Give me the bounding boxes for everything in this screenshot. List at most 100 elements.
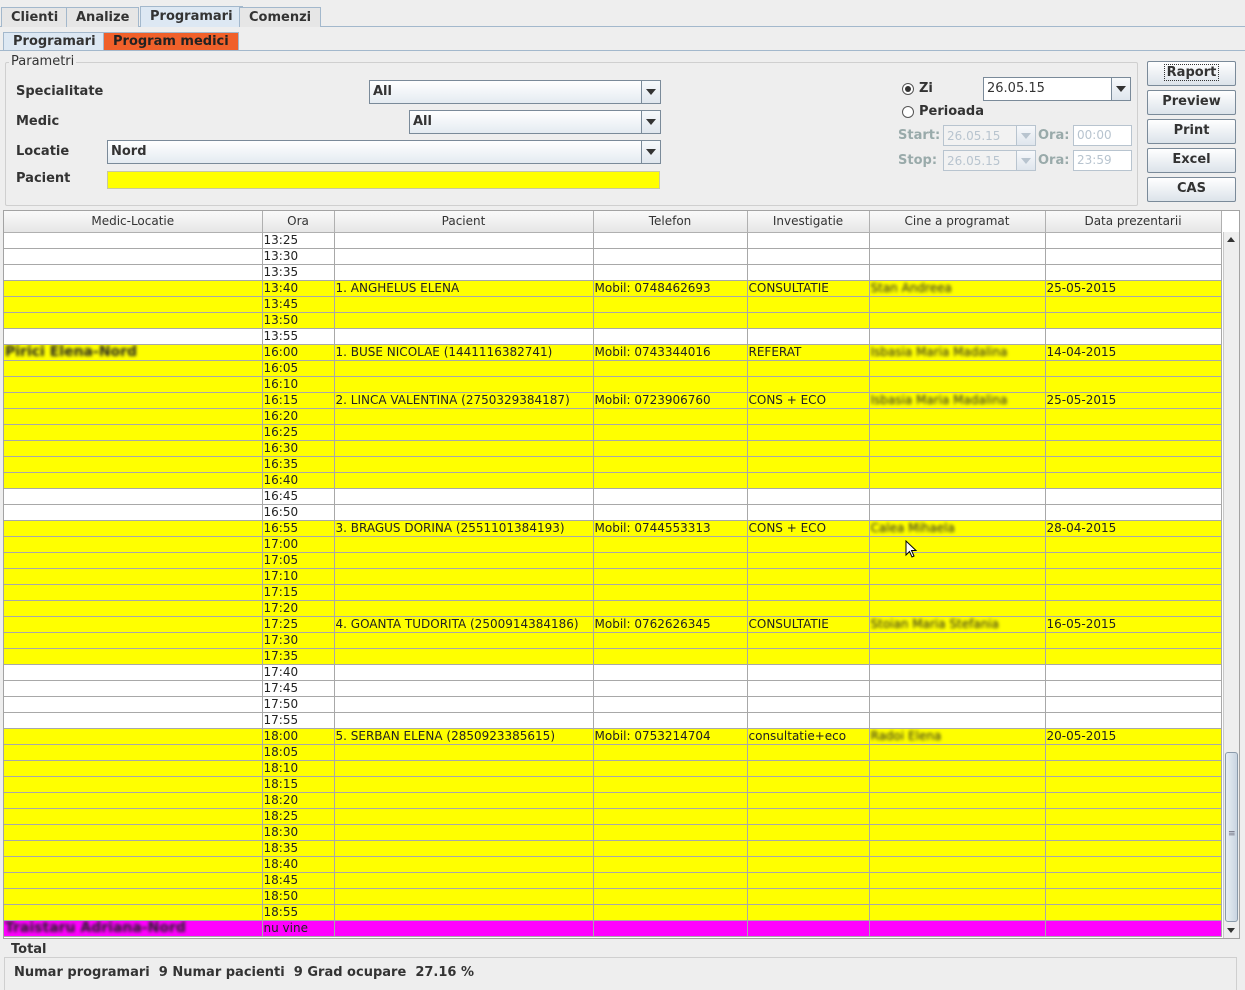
start-date-combo[interactable]: 26.05.15 bbox=[943, 125, 1036, 146]
cell-telefon[interactable] bbox=[593, 264, 748, 281]
cell-pacient[interactable]: 5. SERBAN ELENA (2850923385615) bbox=[334, 728, 594, 745]
cell-investigatie[interactable] bbox=[747, 760, 870, 777]
cell-investigatie[interactable] bbox=[747, 472, 870, 489]
cell-medic-locatie[interactable] bbox=[4, 296, 263, 313]
table-row[interactable]: 13:25 bbox=[4, 232, 1222, 249]
cell-ora[interactable]: 18:55 bbox=[262, 904, 335, 921]
cell-pacient[interactable] bbox=[334, 360, 594, 377]
cell-data-prezentarii[interactable] bbox=[1045, 264, 1222, 281]
cell-pacient[interactable] bbox=[334, 872, 594, 889]
cell-ora[interactable]: 16:45 bbox=[262, 488, 335, 505]
cell-cine-a-programat[interactable] bbox=[869, 552, 1046, 569]
cell-pacient[interactable] bbox=[334, 568, 594, 585]
cell-pacient[interactable] bbox=[334, 264, 594, 281]
preview-button[interactable]: Preview bbox=[1147, 90, 1236, 115]
col-header-ora[interactable]: Ora bbox=[262, 211, 335, 233]
cell-investigatie[interactable] bbox=[747, 888, 870, 905]
cell-pacient[interactable]: 1. BUSE NICOLAE (1441116382741) bbox=[334, 344, 594, 361]
cell-data-prezentarii[interactable] bbox=[1045, 808, 1222, 825]
cell-cine-a-programat[interactable] bbox=[869, 856, 1046, 873]
cell-telefon[interactable]: Mobil: 0743344016 bbox=[593, 344, 748, 361]
cell-data-prezentarii[interactable] bbox=[1045, 856, 1222, 873]
cell-medic-locatie[interactable] bbox=[4, 392, 263, 409]
pacient-input[interactable] bbox=[107, 171, 660, 189]
excel-button[interactable]: Excel bbox=[1147, 148, 1236, 173]
table-row[interactable]: 18:40 bbox=[4, 856, 1222, 873]
tab-clienti[interactable]: Clienti bbox=[1, 7, 69, 27]
cell-ora[interactable]: 18:25 bbox=[262, 808, 335, 825]
cell-ora[interactable]: 16:00 bbox=[262, 344, 335, 361]
cell-ora[interactable]: 17:40 bbox=[262, 664, 335, 681]
cell-telefon[interactable] bbox=[593, 824, 748, 841]
cell-pacient[interactable] bbox=[334, 504, 594, 521]
cell-cine-a-programat[interactable] bbox=[869, 472, 1046, 489]
scrollbar-thumb[interactable] bbox=[1225, 752, 1238, 922]
cell-investigatie[interactable]: CONSULTATIE bbox=[747, 280, 870, 297]
cell-pacient[interactable] bbox=[334, 584, 594, 601]
cell-ora[interactable]: 16:50 bbox=[262, 504, 335, 521]
cell-data-prezentarii[interactable] bbox=[1045, 792, 1222, 809]
cell-data-prezentarii[interactable]: 14-04-2015 bbox=[1045, 344, 1222, 361]
cell-pacient[interactable] bbox=[334, 856, 594, 873]
cell-medic-locatie[interactable] bbox=[4, 424, 263, 441]
cell-investigatie[interactable] bbox=[747, 456, 870, 473]
cell-telefon[interactable] bbox=[593, 504, 748, 521]
cell-investigatie[interactable] bbox=[747, 904, 870, 921]
cell-investigatie[interactable] bbox=[747, 680, 870, 697]
cell-pacient[interactable] bbox=[334, 904, 594, 921]
table-row[interactable]: 13:55 bbox=[4, 328, 1222, 345]
table-row[interactable]: 16:15 2. LINCA VALENTINA (2750329384187) M… bbox=[4, 392, 1222, 409]
cell-data-prezentarii[interactable] bbox=[1045, 920, 1222, 937]
table-row[interactable]: 17:30 bbox=[4, 632, 1222, 649]
table-row[interactable]: 17:10 bbox=[4, 568, 1222, 585]
cell-medic-locatie[interactable] bbox=[4, 808, 263, 825]
cell-telefon[interactable] bbox=[593, 920, 748, 937]
cell-telefon[interactable] bbox=[593, 296, 748, 313]
cell-investigatie[interactable]: CONS + ECO bbox=[747, 392, 870, 409]
cell-investigatie[interactable] bbox=[747, 632, 870, 649]
table-row[interactable]: 18:20 bbox=[4, 792, 1222, 809]
cell-cine-a-programat[interactable] bbox=[869, 504, 1046, 521]
cell-investigatie[interactable] bbox=[747, 552, 870, 569]
table-row[interactable]: 18:45 bbox=[4, 872, 1222, 889]
cell-telefon[interactable] bbox=[593, 536, 748, 553]
cell-investigatie[interactable] bbox=[747, 360, 870, 377]
cell-medic-locatie[interactable] bbox=[4, 408, 263, 425]
cell-data-prezentarii[interactable] bbox=[1045, 456, 1222, 473]
cell-ora[interactable]: 16:05 bbox=[262, 360, 335, 377]
cell-investigatie[interactable] bbox=[747, 696, 870, 713]
table-row[interactable]: 16:45 bbox=[4, 488, 1222, 505]
cell-ora[interactable]: 17:55 bbox=[262, 712, 335, 729]
scroll-up-icon[interactable] bbox=[1224, 232, 1239, 247]
cell-cine-a-programat[interactable] bbox=[869, 376, 1046, 393]
cell-telefon[interactable] bbox=[593, 680, 748, 697]
cell-investigatie[interactable] bbox=[747, 568, 870, 585]
cell-cine-a-programat[interactable]: Stan Andreea bbox=[869, 280, 1046, 297]
table-row[interactable]: 13:50 bbox=[4, 312, 1222, 329]
cell-pacient[interactable]: 4. GOANTA TUDORITA (2500914384186) bbox=[334, 616, 594, 633]
cell-cine-a-programat[interactable] bbox=[869, 248, 1046, 265]
cell-medic-locatie[interactable] bbox=[4, 632, 263, 649]
cell-telefon[interactable]: Mobil: 0748462693 bbox=[593, 280, 748, 297]
cell-medic-locatie[interactable]: Traistaru Adriana-Nord bbox=[4, 920, 263, 937]
cell-ora[interactable]: 17:30 bbox=[262, 632, 335, 649]
cell-telefon[interactable] bbox=[593, 744, 748, 761]
cell-pacient[interactable] bbox=[334, 328, 594, 345]
cell-cine-a-programat[interactable] bbox=[869, 872, 1046, 889]
cell-data-prezentarii[interactable]: 20-05-2015 bbox=[1045, 728, 1222, 745]
table-row[interactable]: 18:05 bbox=[4, 744, 1222, 761]
cell-data-prezentarii[interactable] bbox=[1045, 664, 1222, 681]
cell-pacient[interactable] bbox=[334, 296, 594, 313]
cell-cine-a-programat[interactable] bbox=[869, 696, 1046, 713]
cell-telefon[interactable] bbox=[593, 232, 748, 249]
table-row[interactable]: 16:05 bbox=[4, 360, 1222, 377]
cell-data-prezentarii[interactable] bbox=[1045, 408, 1222, 425]
cell-ora[interactable]: 13:30 bbox=[262, 248, 335, 265]
chevron-down-icon[interactable] bbox=[1111, 78, 1130, 100]
cell-pacient[interactable] bbox=[334, 424, 594, 441]
cell-ora[interactable]: 18:00 bbox=[262, 728, 335, 745]
cell-cine-a-programat[interactable] bbox=[869, 264, 1046, 281]
table-row[interactable]: 18:35 bbox=[4, 840, 1222, 857]
cell-investigatie[interactable]: CONSULTATIE bbox=[747, 616, 870, 633]
zi-date-combo[interactable]: 26.05.15 bbox=[983, 77, 1131, 101]
